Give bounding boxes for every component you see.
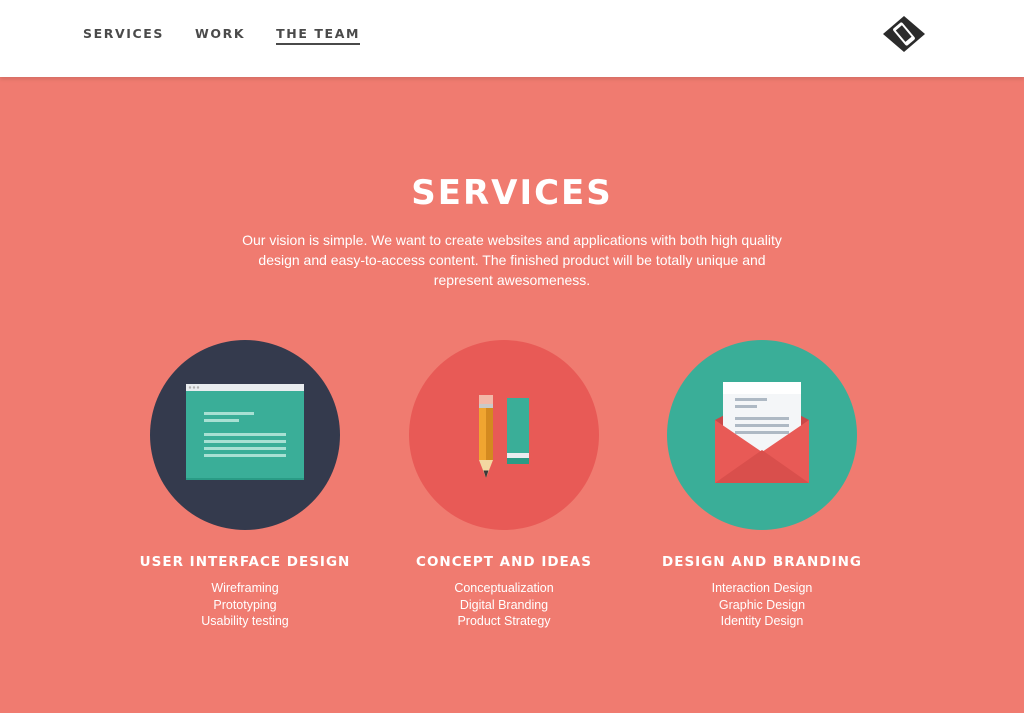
service-title: CONCEPT AND IDEAS [416,554,592,570]
service-list: Conceptualization Digital Branding Produ… [374,580,634,630]
list-item: Prototyping [213,597,277,612]
browser-window-icon [150,340,340,530]
services-section: SERVICES Our vision is simple. We want t… [0,77,1024,713]
section-title: SERVICES [411,173,613,213]
list-item: Product Strategy [457,614,551,628]
main-nav: SERVICES WORK THE TEAM [83,26,361,45]
service-design-branding: DESIGN AND BRANDING Interaction Design G… [632,340,892,630]
service-list: Interaction Design Graphic Design Identi… [632,580,892,630]
pencil-and-eraser-icon [409,340,599,530]
list-item: Usability testing [201,614,289,628]
list-item: Identity Design [720,614,804,628]
top-navigation-bar: SERVICES WORK THE TEAM [0,0,1024,77]
nav-the-team[interactable]: THE TEAM [276,26,361,45]
service-list: Wireframing Prototyping Usability testin… [115,580,375,630]
list-item: Interaction Design [711,581,813,595]
diamond-device-logo-icon[interactable] [881,14,927,54]
list-item: Conceptualization [454,581,554,595]
section-intro: Our vision is simple. We want to create … [242,232,782,288]
service-concept-ideas: CONCEPT AND IDEAS Conceptualization Digi… [374,340,634,630]
list-item: Graphic Design [718,597,806,612]
service-title: DESIGN AND BRANDING [662,554,862,570]
list-item: Digital Branding [459,597,549,612]
nav-work[interactable]: WORK [195,26,245,45]
service-ui-design: USER INTERFACE DESIGN Wireframing Protot… [115,340,375,630]
service-title: USER INTERFACE DESIGN [139,554,351,570]
list-item: Wireframing [211,581,279,595]
envelope-letter-icon [667,340,857,530]
nav-services[interactable]: SERVICES [83,26,164,45]
page-bottom-strip [0,713,1024,728]
